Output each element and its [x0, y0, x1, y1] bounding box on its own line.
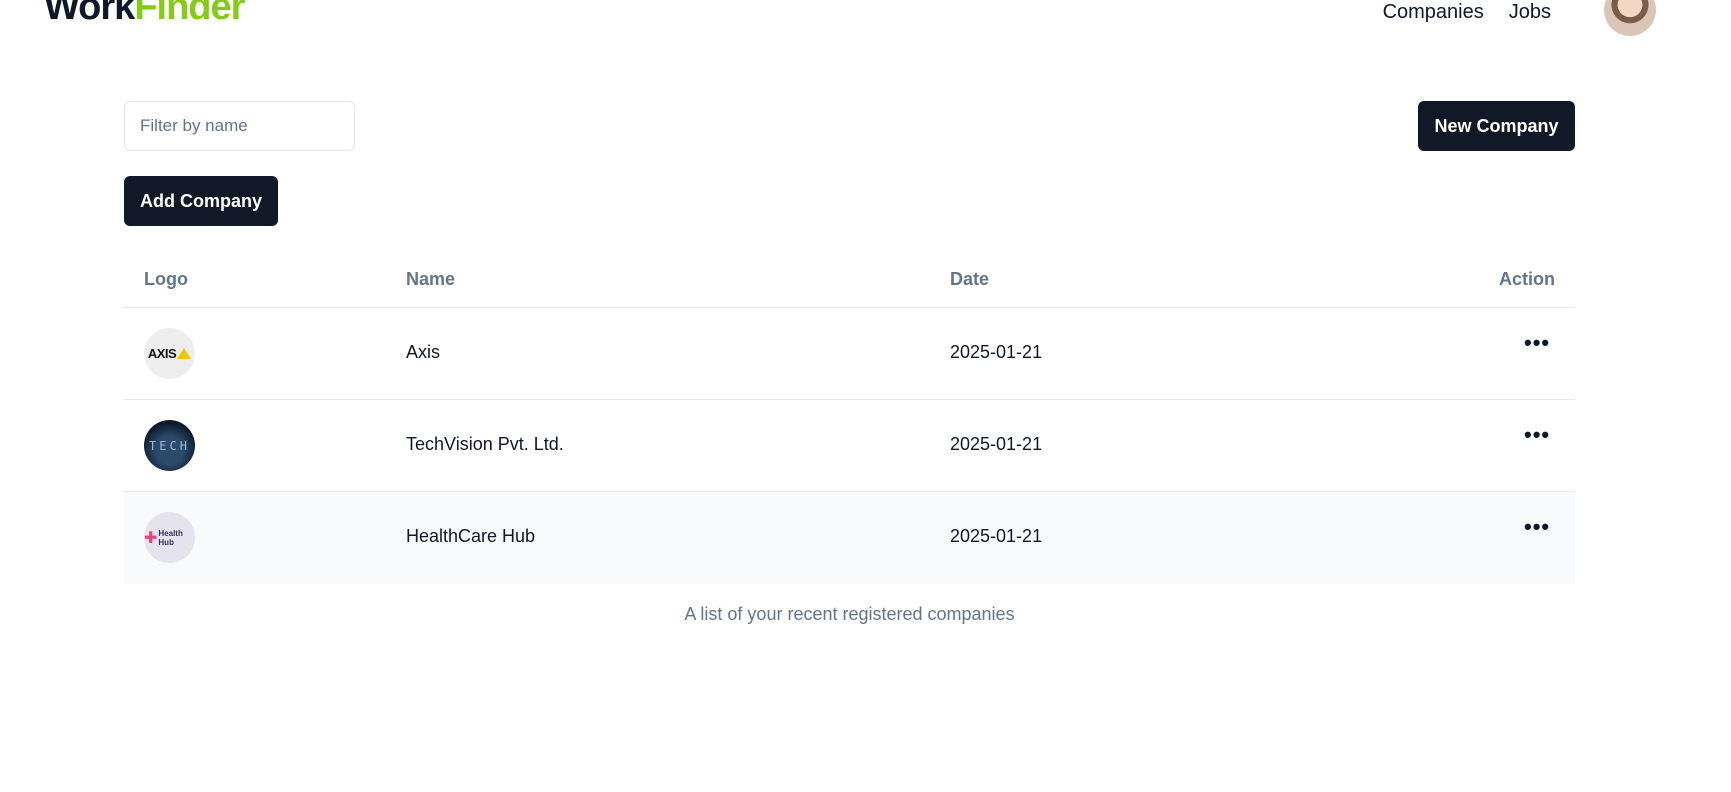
header-name: Name	[406, 269, 456, 289]
healthcare-hub-logo-text: Health Hub	[158, 528, 183, 547]
axis-logo: AXIS	[144, 328, 195, 379]
company-date: 2025-01-21	[950, 342, 1043, 362]
healthcare-hub-logo: ✚ Health Hub	[144, 512, 195, 563]
table-row: ✚ Health Hub HealthCare Hub 2025-01-21 ••…	[124, 492, 1575, 584]
more-actions-icon[interactable]: •••	[1524, 332, 1550, 354]
header-logo: Logo	[144, 269, 188, 289]
header-date: Date	[950, 269, 990, 289]
medical-cross-icon: ✚	[144, 529, 158, 547]
table-row: TECH TechVision Pvt. Ltd. 2025-01-21 •••	[124, 400, 1575, 492]
company-name: TechVision Pvt. Ltd.	[406, 434, 564, 454]
filter-by-name-input[interactable]	[124, 101, 355, 151]
new-company-button[interactable]: New Company	[1418, 101, 1575, 151]
company-date: 2025-01-21	[950, 434, 1043, 454]
company-name: Axis	[406, 342, 441, 362]
more-actions-icon[interactable]: •••	[1524, 424, 1550, 446]
table-caption: A list of your recent registered compani…	[684, 604, 1015, 624]
table-header: Logo Name Date Action	[124, 252, 1575, 308]
company-name: HealthCare Hub	[406, 526, 536, 546]
nav-link-companies[interactable]: Companies	[1383, 0, 1484, 24]
brand-logo[interactable]: WorkFinder	[44, 0, 245, 28]
brand-text-work: Work	[44, 0, 135, 28]
brand-text-finder: Finder	[134, 0, 245, 28]
techvision-logo: TECH	[144, 420, 195, 471]
user-avatar[interactable]	[1604, 0, 1656, 36]
more-actions-icon[interactable]: •••	[1524, 516, 1550, 538]
axis-logo-text: AXIS	[147, 346, 177, 361]
table-row: AXIS Axis 2025-01-21 •••	[124, 308, 1575, 400]
companies-table: Logo Name Date Action AXIS Axis 2025-01-…	[124, 252, 1575, 584]
techvision-logo-text: TECH	[149, 438, 190, 453]
add-company-button[interactable]: Add Company	[124, 176, 278, 226]
nav-link-jobs[interactable]: Jobs	[1509, 0, 1551, 24]
header-action: Action	[1499, 269, 1555, 289]
company-date: 2025-01-21	[950, 526, 1043, 546]
navbar: WorkFinder Companies Jobs	[0, 0, 1731, 60]
nav-links: Companies Jobs	[1383, 0, 1551, 24]
triangle-icon	[177, 348, 192, 359]
